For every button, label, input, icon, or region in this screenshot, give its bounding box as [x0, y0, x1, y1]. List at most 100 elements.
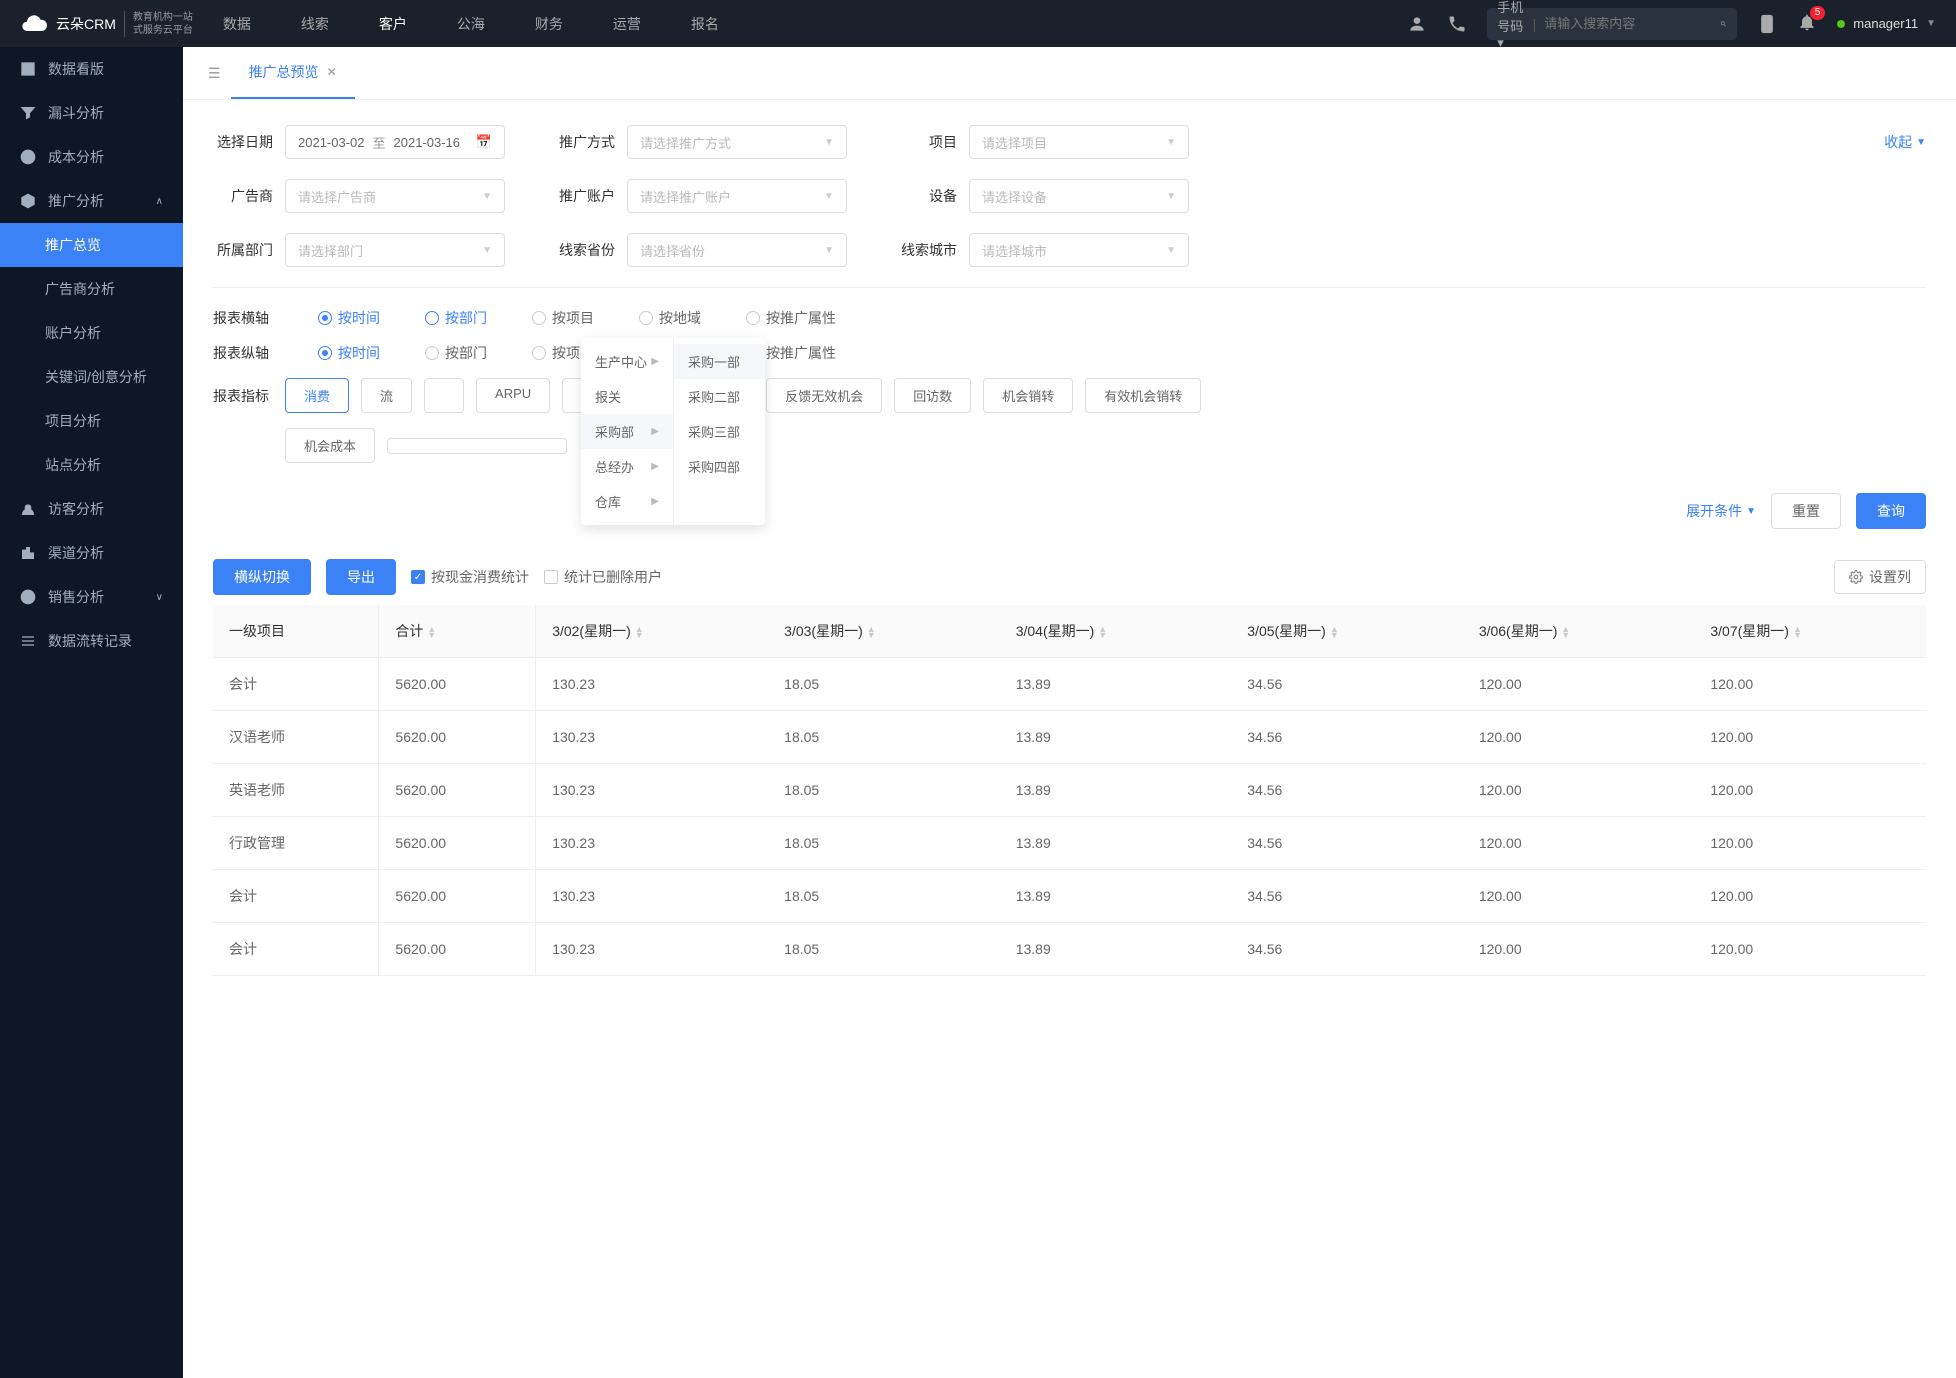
- sidebar-item[interactable]: 推广分析∧: [0, 179, 183, 223]
- table-header[interactable]: 3/04(星期一)▲▼: [1000, 605, 1232, 658]
- metric-tag[interactable]: 反馈无效机会: [766, 378, 882, 413]
- table-cell: 120.00: [1694, 870, 1926, 923]
- dropdown-item[interactable]: 总经办▶: [581, 449, 673, 484]
- radio-option[interactable]: 按时间: [318, 343, 380, 363]
- dropdown-item[interactable]: 生产中心▶: [581, 344, 673, 379]
- dropdown-item[interactable]: 采购三部: [674, 414, 765, 449]
- table-cell: 120.00: [1463, 923, 1695, 976]
- project-select[interactable]: 请选择项目▼: [969, 125, 1189, 159]
- user-icon[interactable]: [1407, 14, 1427, 34]
- sidebar-item[interactable]: 站点分析: [0, 443, 183, 487]
- query-button[interactable]: 查询: [1856, 493, 1926, 529]
- sidebar-item[interactable]: 数据看版: [0, 47, 183, 91]
- sidebar-item[interactable]: 账户分析: [0, 311, 183, 355]
- sidebar-item[interactable]: 广告商分析: [0, 267, 183, 311]
- sidebar-item[interactable]: 渠道分析: [0, 531, 183, 575]
- metric-tag-empty[interactable]: [387, 438, 567, 454]
- radio-option[interactable]: 按时间: [318, 308, 380, 328]
- dropdown-item[interactable]: 仓库▶: [581, 484, 673, 519]
- sidebar-item[interactable]: 数据流转记录: [0, 619, 183, 663]
- search-type-select[interactable]: 手机号码 ▾: [1497, 0, 1524, 51]
- dropdown-item[interactable]: 采购一部: [674, 344, 765, 379]
- phone-icon[interactable]: [1447, 14, 1467, 34]
- sidebar-item[interactable]: 推广总览: [0, 223, 183, 267]
- search-input[interactable]: [1544, 16, 1720, 31]
- device-select[interactable]: 请选择设备▼: [969, 179, 1189, 213]
- radio-option[interactable]: 按地域: [639, 308, 701, 328]
- flow-icon: [20, 633, 36, 649]
- sidebar-item[interactable]: 漏斗分析: [0, 91, 183, 135]
- nav-item[interactable]: 财务: [535, 14, 563, 34]
- sidebar-item[interactable]: 访客分析: [0, 487, 183, 531]
- table-cell: 会计: [213, 658, 379, 711]
- sidebar-item[interactable]: 项目分析: [0, 399, 183, 443]
- metric-tag[interactable]: 回访数: [894, 378, 971, 413]
- account-select[interactable]: 请选择推广账户▼: [627, 179, 847, 213]
- nav-item[interactable]: 报名: [691, 14, 719, 34]
- advertiser-select[interactable]: 请选择广告商▼: [285, 179, 505, 213]
- dropdown-item[interactable]: 采购二部: [674, 379, 765, 414]
- table-header[interactable]: 3/03(星期一)▲▼: [768, 605, 1000, 658]
- expand-conditions-button[interactable]: 展开条件 ▼: [1686, 501, 1756, 521]
- dropdown-item[interactable]: 报关: [581, 379, 673, 414]
- metric-tag[interactable]: 机会销转: [983, 378, 1073, 413]
- close-icon[interactable]: ✕: [327, 65, 337, 79]
- dropdown-item[interactable]: 采购四部: [674, 449, 765, 484]
- table-cell: 18.05: [768, 870, 1000, 923]
- table-header[interactable]: 3/05(星期一)▲▼: [1231, 605, 1463, 658]
- table-header[interactable]: 合计▲▼: [379, 605, 536, 658]
- cash-stat-checkbox[interactable]: 按现金消费统计: [411, 567, 529, 587]
- nav-item[interactable]: 线索: [301, 14, 329, 34]
- tabs-toggle-icon[interactable]: ☰: [198, 50, 231, 97]
- table-toolbar: 横纵切换 导出 按现金消费统计 统计已删除用户 设置列: [213, 559, 1926, 595]
- table-header[interactable]: 3/02(星期一)▲▼: [536, 605, 768, 658]
- reset-button[interactable]: 重置: [1771, 493, 1841, 529]
- sidebar-item[interactable]: 关键词/创意分析: [0, 355, 183, 399]
- collapse-button[interactable]: 收起 ▼: [1884, 132, 1926, 152]
- metric-tag[interactable]: 消费: [285, 378, 349, 413]
- user-menu[interactable]: manager11 ▼: [1837, 16, 1936, 31]
- metric-tag[interactable]: ARPU: [476, 378, 550, 413]
- main-content: ☰ 推广总预览 ✕ 选择日期 2021-03-02 至 2021-03-16 📅: [183, 47, 1956, 1378]
- table-cell: 18.05: [768, 923, 1000, 976]
- main-nav: 数据 线索 客户 公海 财务 运营 报名: [223, 14, 719, 34]
- radio-option[interactable]: 按部门: [425, 308, 487, 328]
- nav-item[interactable]: 数据: [223, 14, 251, 34]
- notification-bell[interactable]: 5: [1797, 12, 1817, 35]
- radio-option[interactable]: 按推广属性: [746, 308, 836, 328]
- dropdown-item[interactable]: 采购部▶: [581, 414, 673, 449]
- radio-option[interactable]: 按项目: [532, 308, 594, 328]
- nav-item[interactable]: 客户: [379, 14, 407, 34]
- city-select[interactable]: 请选择城市▼: [969, 233, 1189, 267]
- metric-tag[interactable]: 有效机会销转: [1085, 378, 1201, 413]
- metrics-label: 报表指标: [213, 386, 273, 406]
- province-select[interactable]: 请选择省份▼: [627, 233, 847, 267]
- mobile-icon[interactable]: [1757, 14, 1777, 34]
- logo[interactable]: 云朵CRM 教育机构一站式服务云平台: [20, 10, 193, 38]
- table-header[interactable]: 3/06(星期一)▲▼: [1463, 605, 1695, 658]
- tab-promo-overview[interactable]: 推广总预览 ✕: [231, 47, 355, 99]
- h-axis-row: 报表横轴 按时间按部门按项目按地域按推广属性 生产中心▶报关采购部▶总经办▶仓库…: [213, 308, 1926, 328]
- method-select[interactable]: 请选择推广方式▼: [627, 125, 847, 159]
- metric-tag[interactable]: 流: [361, 378, 412, 413]
- metrics-row: 报表指标 消费流ARPU新机会数有效机会反馈无效机会回访数机会销转有效机会销转: [213, 378, 1926, 413]
- sort-icon: ▲▼: [1793, 626, 1802, 638]
- table-header[interactable]: 一级项目: [213, 605, 379, 658]
- radio-option[interactable]: 按部门: [425, 343, 487, 363]
- switch-axes-button[interactable]: 横纵切换: [213, 559, 311, 595]
- table-cell: 130.23: [536, 711, 768, 764]
- set-columns-button[interactable]: 设置列: [1834, 560, 1926, 594]
- deleted-user-checkbox[interactable]: 统计已删除用户: [544, 567, 662, 587]
- date-range-input[interactable]: 2021-03-02 至 2021-03-16 📅: [285, 125, 505, 159]
- metric-tag[interactable]: [424, 378, 464, 413]
- export-button[interactable]: 导出: [326, 559, 396, 595]
- dept-select[interactable]: 请选择部门▼: [285, 233, 505, 267]
- sidebar-item[interactable]: 成本分析: [0, 135, 183, 179]
- sidebar-item[interactable]: 销售分析∨: [0, 575, 183, 619]
- search-icon[interactable]: [1720, 16, 1727, 32]
- nav-item[interactable]: 公海: [457, 14, 485, 34]
- table-header[interactable]: 3/07(星期一)▲▼: [1694, 605, 1926, 658]
- metric-tag-cost[interactable]: 机会成本: [285, 428, 375, 463]
- table-cell: 130.23: [536, 870, 768, 923]
- nav-item[interactable]: 运营: [613, 14, 641, 34]
